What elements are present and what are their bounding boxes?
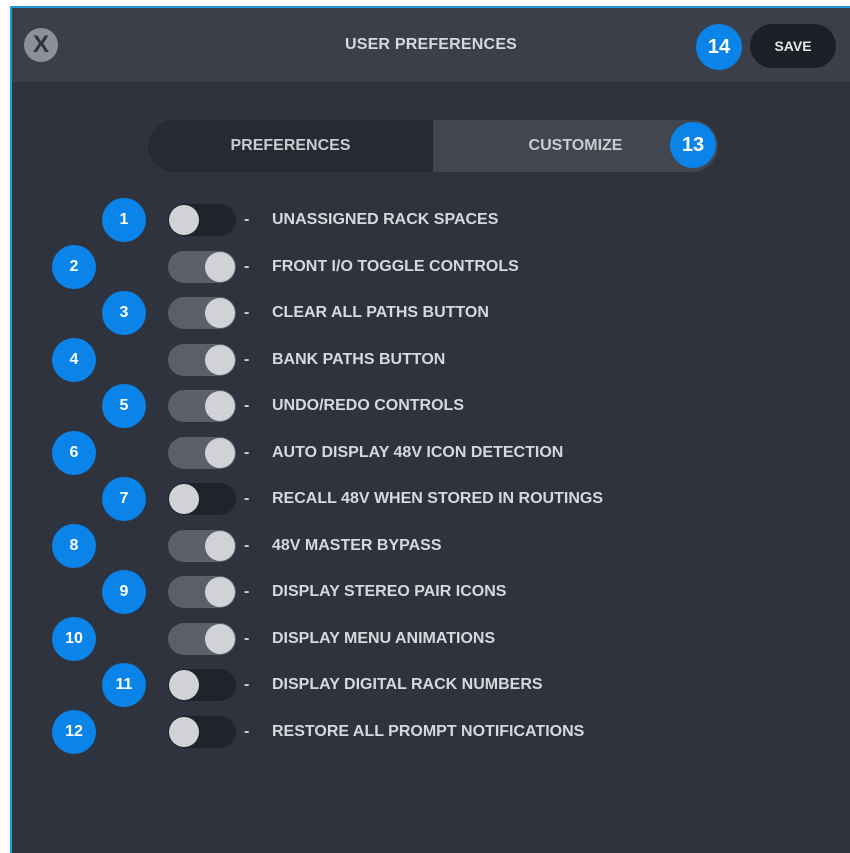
setting-row: - DISPLAY STEREO PAIR ICONS bbox=[168, 574, 506, 610]
setting-label: BANK PATHS BUTTON bbox=[272, 351, 446, 368]
annotation-badge-1: 1 bbox=[102, 198, 146, 242]
annotation-badge-8: 8 bbox=[52, 524, 96, 568]
annotation-badge-10: 10 bbox=[52, 617, 96, 661]
setting-label: UNDO/REDO CONTROLS bbox=[272, 397, 464, 414]
annotation-badge-12: 12 bbox=[52, 710, 96, 754]
separator-dash: - bbox=[244, 490, 250, 507]
toggle-knob bbox=[169, 670, 199, 700]
annotation-badge-4: 4 bbox=[52, 338, 96, 382]
setting-toggle[interactable] bbox=[168, 576, 236, 608]
setting-toggle[interactable] bbox=[168, 204, 236, 236]
toggle-knob bbox=[169, 717, 199, 747]
separator-dash: - bbox=[244, 723, 250, 740]
toggle-knob bbox=[205, 438, 235, 468]
settings-list: 1 - UNASSIGNED RACK SPACES 2 - FRONT I/O TOGG… bbox=[12, 8, 850, 853]
setting-label: AUTO DISPLAY 48V ICON DETECTION bbox=[272, 444, 564, 461]
setting-label: DISPLAY MENU ANIMATIONS bbox=[272, 630, 496, 647]
annotation-badge-9: 9 bbox=[102, 570, 146, 614]
setting-toggle[interactable] bbox=[168, 344, 236, 376]
toggle-knob bbox=[205, 298, 235, 328]
separator-dash: - bbox=[244, 397, 250, 414]
setting-row: - UNDO/REDO CONTROLS bbox=[168, 388, 464, 424]
separator-dash: - bbox=[244, 304, 250, 321]
setting-toggle[interactable] bbox=[168, 623, 236, 655]
setting-row: - RECALL 48V WHEN STORED IN ROUTINGS bbox=[168, 481, 603, 517]
setting-toggle[interactable] bbox=[168, 530, 236, 562]
setting-row: - AUTO DISPLAY 48V ICON DETECTION bbox=[168, 435, 563, 471]
setting-row: - 48V MASTER BYPASS bbox=[168, 528, 442, 564]
setting-row: - UNASSIGNED RACK SPACES bbox=[168, 202, 498, 238]
annotation-badge-5: 5 bbox=[102, 384, 146, 428]
setting-label: CLEAR ALL PATHS BUTTON bbox=[272, 304, 489, 321]
separator-dash: - bbox=[244, 676, 250, 693]
annotation-badge-6: 6 bbox=[52, 431, 96, 475]
setting-toggle[interactable] bbox=[168, 297, 236, 329]
annotation-badge-3: 3 bbox=[102, 291, 146, 335]
setting-label: DISPLAY STEREO PAIR ICONS bbox=[272, 583, 507, 600]
toggle-knob bbox=[205, 391, 235, 421]
setting-toggle[interactable] bbox=[168, 483, 236, 515]
setting-toggle[interactable] bbox=[168, 390, 236, 422]
annotation-badge-7: 7 bbox=[102, 477, 146, 521]
setting-toggle[interactable] bbox=[168, 437, 236, 469]
setting-row: - CLEAR ALL PATHS BUTTON bbox=[168, 295, 489, 331]
annotation-badge-11: 11 bbox=[102, 663, 146, 707]
annotation-badge-2: 2 bbox=[52, 245, 96, 289]
toggle-knob bbox=[205, 252, 235, 282]
setting-label: RESTORE ALL PROMPT NOTIFICATIONS bbox=[272, 723, 585, 740]
setting-row: - DISPLAY MENU ANIMATIONS bbox=[168, 621, 495, 657]
toggle-knob bbox=[169, 205, 199, 235]
setting-label: UNASSIGNED RACK SPACES bbox=[272, 211, 499, 228]
toggle-knob bbox=[205, 624, 235, 654]
setting-toggle[interactable] bbox=[168, 251, 236, 283]
separator-dash: - bbox=[244, 537, 250, 554]
setting-label: FRONT I/O TOGGLE CONTROLS bbox=[272, 258, 519, 275]
separator-dash: - bbox=[244, 258, 250, 275]
setting-row: - BANK PATHS BUTTON bbox=[168, 342, 445, 378]
separator-dash: - bbox=[244, 211, 250, 228]
setting-label: RECALL 48V WHEN STORED IN ROUTINGS bbox=[272, 490, 603, 507]
setting-toggle[interactable] bbox=[168, 716, 236, 748]
toggle-knob bbox=[205, 531, 235, 561]
toggle-knob bbox=[205, 577, 235, 607]
separator-dash: - bbox=[244, 351, 250, 368]
setting-row: - FRONT I/O TOGGLE CONTROLS bbox=[168, 249, 519, 285]
preferences-window: USER PREFERENCES X SAVE 14 PREFERENCES C… bbox=[10, 6, 850, 853]
setting-toggle[interactable] bbox=[168, 669, 236, 701]
setting-row: - RESTORE ALL PROMPT NOTIFICATIONS bbox=[168, 714, 584, 750]
separator-dash: - bbox=[244, 583, 250, 600]
separator-dash: - bbox=[244, 444, 250, 461]
toggle-knob bbox=[205, 345, 235, 375]
separator-dash: - bbox=[244, 630, 250, 647]
setting-label: 48V MASTER BYPASS bbox=[272, 537, 442, 554]
toggle-knob bbox=[169, 484, 199, 514]
setting-row: - DISPLAY DIGITAL RACK NUMBERS bbox=[168, 667, 543, 703]
setting-label: DISPLAY DIGITAL RACK NUMBERS bbox=[272, 676, 543, 693]
